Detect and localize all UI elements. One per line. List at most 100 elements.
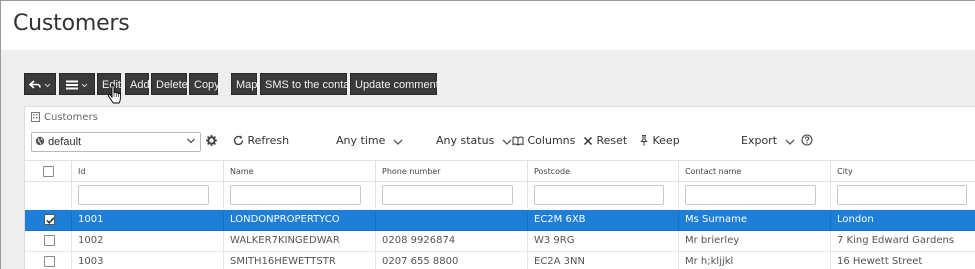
filter-cell-city bbox=[830, 182, 975, 208]
chevron-down-icon bbox=[785, 139, 794, 145]
cell-postcode: EC2A 3NN bbox=[527, 252, 678, 269]
cell-city: 7 King Edward Gardens bbox=[830, 231, 975, 252]
refresh-icon bbox=[233, 135, 244, 146]
chevron-down-icon bbox=[44, 83, 51, 87]
gear-icon bbox=[206, 135, 217, 146]
cell-phone: 0208 9926874 bbox=[375, 231, 527, 252]
help-button[interactable] bbox=[801, 134, 813, 147]
cell-city: 16 Hewett Street bbox=[830, 252, 975, 269]
chevron-down-icon bbox=[502, 139, 512, 145]
time-filter-label: Any time bbox=[336, 134, 386, 147]
table-row[interactable]: 1002 WALKER7KINGEDWAR 0208 9926874 W3 9R… bbox=[25, 231, 975, 252]
select-all-header bbox=[25, 161, 71, 183]
pin-icon bbox=[640, 134, 648, 146]
update-comments-button[interactable]: Update comments bbox=[350, 73, 444, 95]
refresh-label: Refresh bbox=[247, 134, 290, 147]
row-checkbox-cell bbox=[25, 231, 71, 252]
view-select-value: default bbox=[48, 136, 82, 148]
sms-contact-button[interactable]: SMS to the contact bbox=[260, 73, 358, 95]
page-header: Customers bbox=[1, 1, 975, 50]
cell-postcode: W3 9RG bbox=[527, 231, 678, 252]
column-header-name[interactable]: Name bbox=[223, 161, 375, 183]
panel-header: Customers bbox=[31, 112, 98, 123]
checkmark-icon bbox=[46, 217, 55, 224]
question-circle-icon bbox=[801, 134, 813, 146]
filter-input-id[interactable] bbox=[78, 185, 209, 205]
column-header-city[interactable]: City bbox=[830, 161, 975, 183]
page-title: Customers bbox=[13, 11, 130, 36]
row-checkbox[interactable] bbox=[44, 214, 55, 225]
undo-dropdown-button[interactable] bbox=[24, 73, 56, 95]
table-row[interactable]: 1001 LONDONPROPERTYCO EC2M 6XB Ms Surnam… bbox=[25, 210, 975, 231]
copy-button[interactable]: Copy bbox=[189, 73, 220, 95]
row-checkbox[interactable] bbox=[44, 256, 55, 267]
cell-contact: Mr h;kljjkl bbox=[678, 252, 830, 269]
reset-label: Reset bbox=[596, 134, 628, 147]
status-filter-label: Any status bbox=[436, 134, 495, 147]
column-header-id[interactable]: Id bbox=[71, 161, 223, 183]
filter-input-phone[interactable] bbox=[382, 185, 513, 205]
panel-title: Customers bbox=[44, 112, 98, 123]
cell-phone: 0207 655 8800 bbox=[375, 252, 527, 269]
reset-button[interactable]: Reset bbox=[583, 134, 627, 147]
column-header-postcode[interactable]: Postcode bbox=[527, 161, 678, 183]
row-checkbox[interactable] bbox=[44, 235, 55, 246]
filter-input-contact[interactable] bbox=[685, 185, 816, 205]
filter-bar: default Refresh Any time Any status Colu… bbox=[25, 129, 975, 155]
customers-panel: Customers default Refresh Any time Any s… bbox=[24, 106, 975, 269]
cell-city: London bbox=[830, 210, 975, 231]
cell-id: 1003 bbox=[71, 252, 223, 269]
refresh-button[interactable]: Refresh bbox=[233, 134, 289, 147]
undo-arrow-icon bbox=[28, 80, 41, 89]
row-checkbox-cell bbox=[25, 210, 71, 231]
hamburger-menu-icon bbox=[65, 80, 78, 90]
filter-input-name[interactable] bbox=[230, 185, 361, 205]
building-icon bbox=[31, 112, 40, 122]
keep-label: Keep bbox=[652, 134, 680, 147]
filter-cell-empty bbox=[25, 182, 71, 208]
cell-postcode: EC2M 6XB bbox=[527, 210, 678, 231]
settings-button[interactable] bbox=[206, 134, 217, 147]
chevron-down-icon bbox=[393, 139, 403, 145]
filter-cell-phone bbox=[375, 182, 527, 208]
table-row[interactable]: 1003 SMITH16HEWETTSTR 0207 655 8800 EC2A… bbox=[25, 252, 975, 269]
map-button[interactable]: Map bbox=[231, 73, 257, 95]
cell-id: 1001 bbox=[71, 210, 223, 231]
chevron-down-icon bbox=[81, 83, 88, 87]
cell-name: SMITH16HEWETTSTR bbox=[223, 252, 375, 269]
globe-icon bbox=[35, 136, 45, 146]
export-label: Export bbox=[741, 134, 778, 147]
filter-input-postcode[interactable] bbox=[534, 185, 664, 205]
table-header-row: Id Name Phone number Postcode Contact na… bbox=[25, 160, 975, 183]
menu-dropdown-button[interactable] bbox=[59, 73, 95, 95]
export-dropdown[interactable]: Export bbox=[741, 134, 795, 147]
columns-label: Columns bbox=[527, 134, 576, 147]
filter-cell-contact bbox=[678, 182, 830, 208]
columns-button[interactable]: Columns bbox=[512, 134, 575, 147]
close-icon bbox=[583, 136, 593, 146]
delete-button[interactable]: Delete bbox=[151, 73, 188, 95]
add-button[interactable]: Add bbox=[125, 73, 150, 95]
cell-id: 1002 bbox=[71, 231, 223, 252]
select-all-checkbox[interactable] bbox=[43, 166, 54, 177]
cell-name: WALKER7KINGEDWAR bbox=[223, 231, 375, 252]
column-header-phone[interactable]: Phone number bbox=[375, 161, 527, 183]
cell-contact: Ms Surname bbox=[678, 210, 830, 231]
cell-contact: Mr brierley bbox=[678, 231, 830, 252]
view-select[interactable]: default bbox=[31, 132, 201, 152]
cell-name: LONDONPROPERTYCO bbox=[223, 210, 375, 231]
table-filter-row bbox=[25, 182, 975, 208]
cell-phone bbox=[375, 210, 527, 231]
keep-button[interactable]: Keep bbox=[639, 134, 680, 147]
filter-input-city[interactable] bbox=[837, 185, 967, 205]
time-filter-dropdown[interactable]: Any time bbox=[336, 134, 403, 147]
status-filter-dropdown[interactable]: Any status bbox=[436, 134, 512, 147]
filter-cell-id bbox=[71, 182, 223, 208]
chevron-down-icon bbox=[187, 138, 195, 144]
filter-cell-name bbox=[223, 182, 375, 208]
column-header-contact[interactable]: Contact name bbox=[678, 161, 830, 183]
filter-cell-postcode bbox=[527, 182, 678, 208]
hand-cursor-icon bbox=[107, 85, 121, 104]
row-checkbox-cell bbox=[25, 252, 71, 269]
book-open-icon bbox=[512, 136, 524, 146]
